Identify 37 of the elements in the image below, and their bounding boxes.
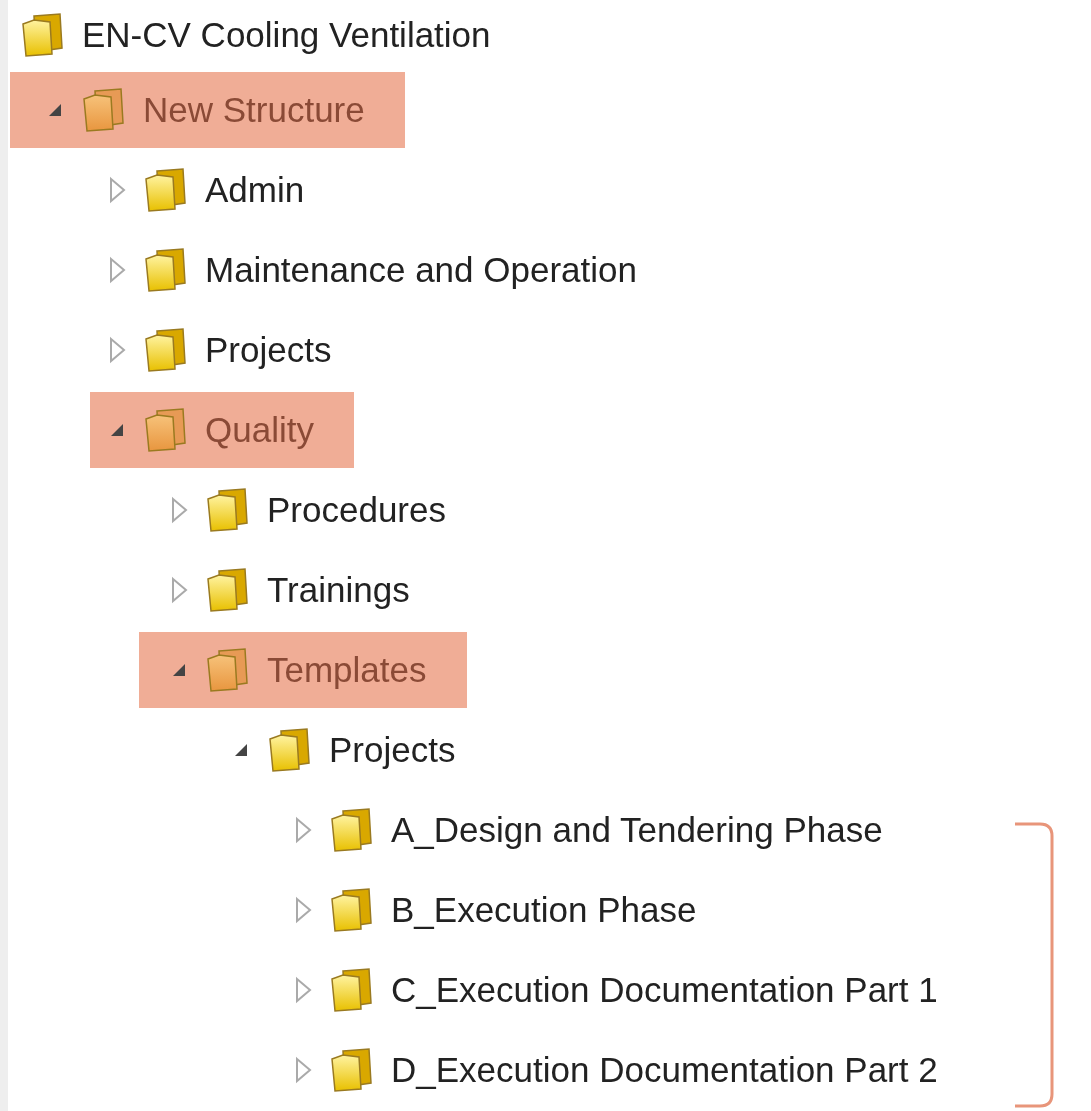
folder-label[interactable]: Admin xyxy=(205,163,305,217)
collapsed-arrow-icon[interactable] xyxy=(293,896,313,924)
tree-item[interactable]: Trainings xyxy=(169,557,430,623)
tree-item[interactable]: Quality xyxy=(90,392,354,468)
folder-label[interactable]: EN-CV Cooling Ventilation xyxy=(82,8,491,62)
folder-label[interactable]: Projects xyxy=(329,723,456,777)
collapsed-arrow-icon[interactable] xyxy=(107,176,127,204)
tree-item[interactable]: Templates xyxy=(139,632,467,708)
collapsed-arrow-icon[interactable] xyxy=(169,496,189,524)
tree-item[interactable]: EN-CV Cooling Ventilation xyxy=(20,2,511,68)
folder-label[interactable]: D_Execution Documentation Part 2 xyxy=(391,1043,938,1097)
folder-label[interactable]: Templates xyxy=(267,643,427,697)
collapsed-arrow-icon[interactable] xyxy=(169,576,189,604)
folder-label[interactable]: Procedures xyxy=(267,483,446,537)
tree-item[interactable]: New Structure xyxy=(10,72,405,148)
folder-label[interactable]: A_Design and Tendering Phase xyxy=(391,803,883,857)
folder-label[interactable]: New Structure xyxy=(143,83,365,137)
tree-item[interactable]: C_Execution Documentation Part 1 xyxy=(293,957,958,1023)
folder-label[interactable]: Projects xyxy=(205,323,332,377)
folder-label[interactable]: B_Execution Phase xyxy=(391,883,697,937)
tree-item[interactable]: Projects xyxy=(107,317,352,383)
folder-label[interactable]: Maintenance and Operation xyxy=(205,243,637,297)
collapsed-arrow-icon[interactable] xyxy=(293,1056,313,1084)
folder-label[interactable]: Quality xyxy=(205,403,314,457)
tree-item[interactable]: Procedures xyxy=(169,477,466,543)
tree-item[interactable]: Admin xyxy=(107,157,325,223)
tree-item[interactable]: Maintenance and Operation xyxy=(107,237,657,303)
collapsed-arrow-icon[interactable] xyxy=(107,336,127,364)
tree-item[interactable]: B_Execution Phase xyxy=(293,877,717,943)
tree-item[interactable]: Projects xyxy=(231,717,476,783)
collapsed-arrow-icon[interactable] xyxy=(293,816,313,844)
collapsed-arrow-icon[interactable] xyxy=(107,256,127,284)
tree-item[interactable]: D_Execution Documentation Part 2 xyxy=(293,1037,958,1103)
folder-label[interactable]: Trainings xyxy=(267,563,410,617)
collapsed-arrow-icon[interactable] xyxy=(293,976,313,1004)
tree-item[interactable]: A_Design and Tendering Phase xyxy=(293,797,903,863)
folder-label[interactable]: C_Execution Documentation Part 1 xyxy=(391,963,938,1017)
